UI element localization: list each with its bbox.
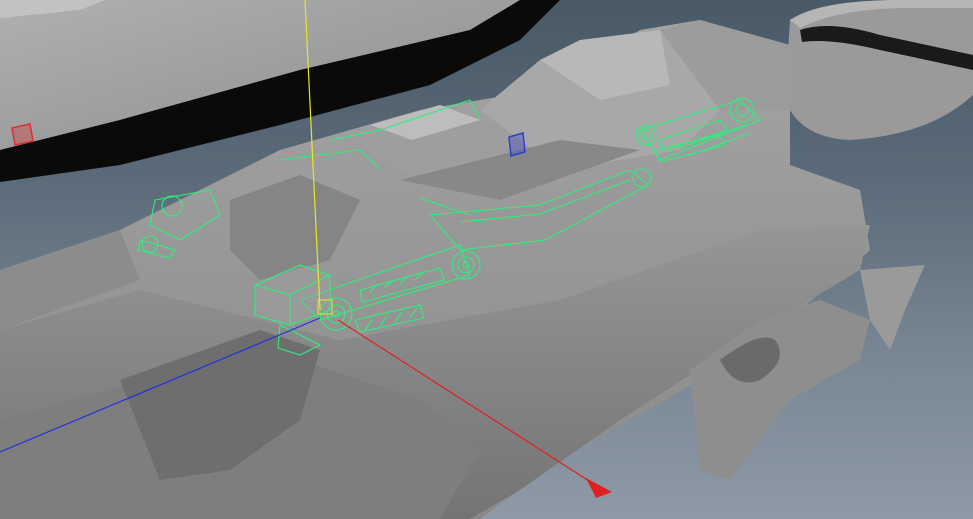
engine-pod [785, 0, 973, 140]
red-locator[interactable] [11, 123, 34, 146]
blue-locator[interactable] [508, 132, 526, 157]
viewport-canvas[interactable] [0, 0, 973, 519]
maya-3d-viewport[interactable] [0, 0, 973, 519]
x-axis-arrow-icon [586, 478, 612, 498]
